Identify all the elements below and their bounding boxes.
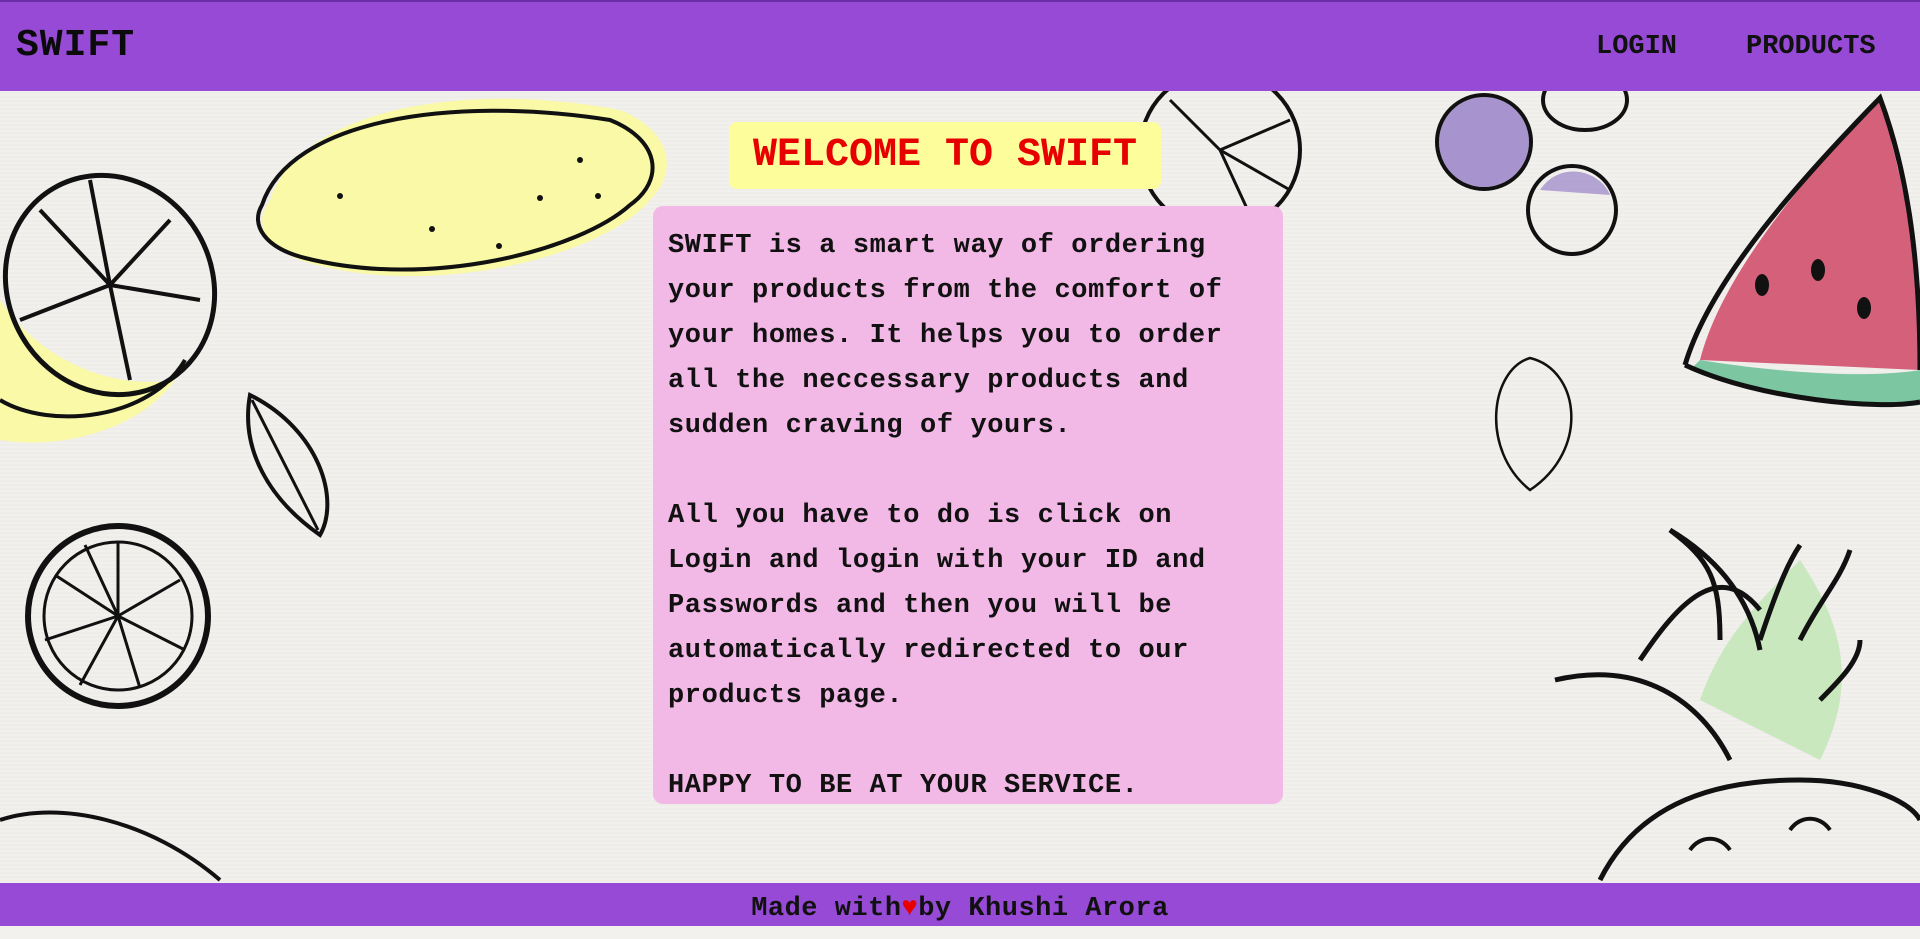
info-paragraph: SWIFT is a smart way of ordering your pr… xyxy=(668,231,1223,441)
footer-author: by Khushi Arora xyxy=(918,894,1169,924)
info-paragraph: All you have to do is click on Login and… xyxy=(668,501,1206,711)
watermelon-doodle xyxy=(1682,93,1920,408)
pineapple-doodle xyxy=(1554,527,1920,882)
navbar: SWIFT LOGIN PRODUCTS xyxy=(0,0,1920,91)
footer: Made with♥by Khushi Arora xyxy=(0,883,1920,926)
leaf-doodle xyxy=(246,392,330,538)
lemon-doodle xyxy=(256,98,667,277)
nav-login-link[interactable]: LOGIN xyxy=(1596,32,1677,62)
lemon-slice-doodle xyxy=(0,172,218,443)
blueberry-doodle xyxy=(1435,68,1629,256)
footer-credit: Made with♥by Khushi Arora xyxy=(751,894,1169,924)
welcome-title: WELCOME TO SWIFT xyxy=(729,122,1161,189)
orange-slice-doodle xyxy=(25,523,211,709)
heart-icon: ♥ xyxy=(901,894,919,924)
info-paragraph: HAPPY TO BE AT YOUR SERVICE. xyxy=(668,771,1139,801)
brand-logo[interactable]: SWIFT xyxy=(16,24,135,67)
info-card: SWIFT is a smart way of ordering your pr… xyxy=(653,206,1283,804)
mint-leaf-doodle xyxy=(1495,356,1573,492)
nav-products-link[interactable]: PRODUCTS xyxy=(1746,32,1876,62)
footer-prefix: Made with xyxy=(751,894,902,924)
